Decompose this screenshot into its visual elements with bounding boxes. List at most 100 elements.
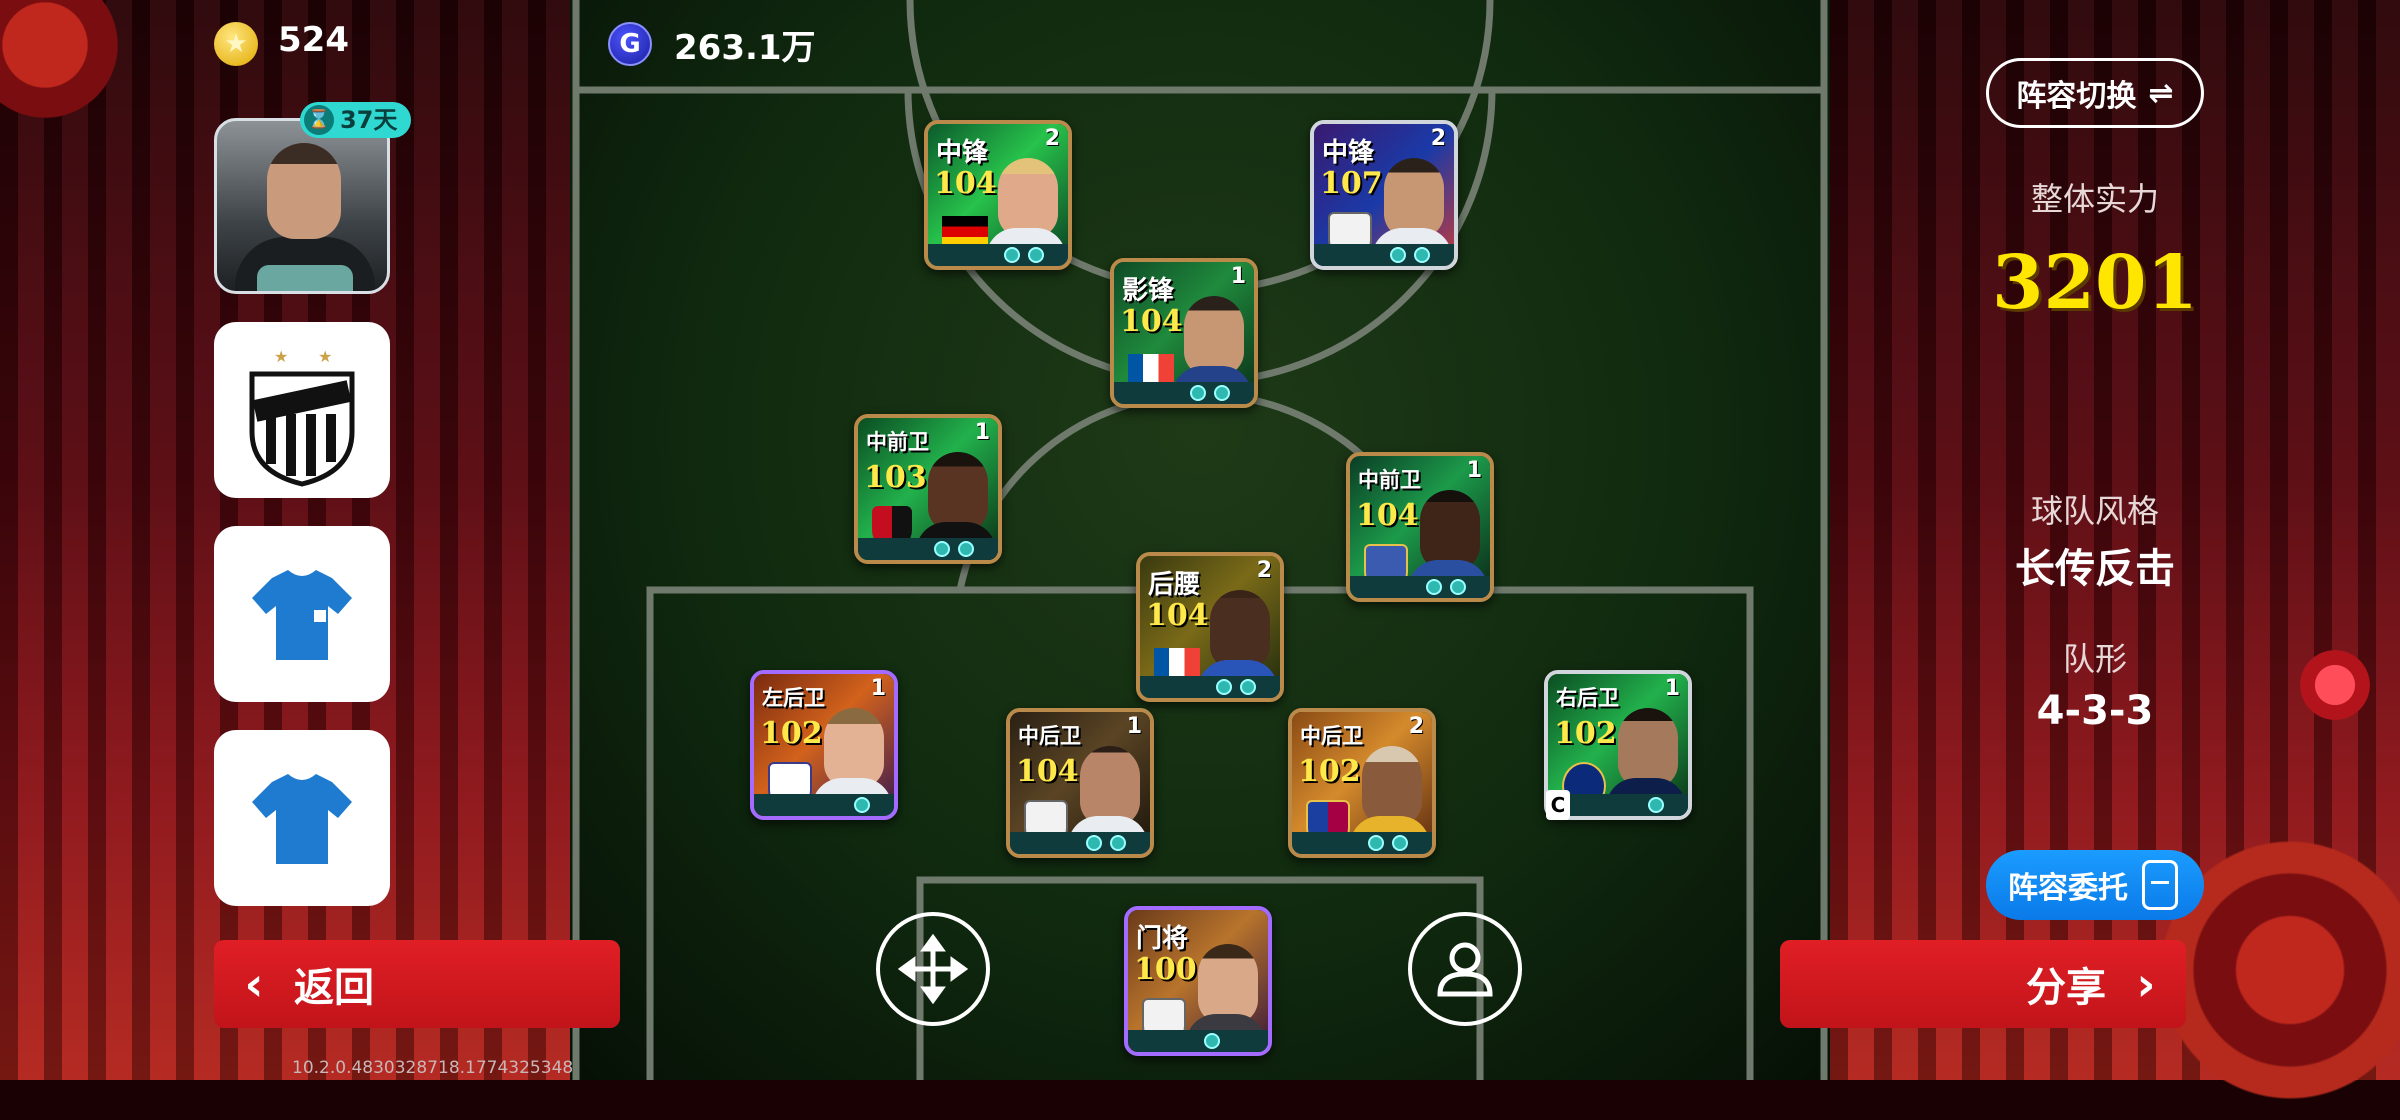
player-tier: 1 [870, 676, 886, 701]
player-rating: 104 [1356, 498, 1419, 533]
player-rating: 104 [1146, 598, 1209, 633]
coin-balance: 524 [278, 20, 349, 60]
player-position: 中锋 [1322, 138, 1375, 168]
move-button[interactable] [876, 912, 990, 1026]
team-style-label: 球队风格 [2030, 492, 2159, 530]
player-portrait [1618, 708, 1678, 788]
card-footer [858, 538, 998, 560]
skill-dot-icon [1190, 385, 1206, 401]
share-button[interactable]: 分享 › [1780, 940, 2186, 1028]
skill-dot-icon [958, 541, 974, 557]
player-position: 中锋 [936, 138, 989, 168]
skill-dot-icon [1216, 679, 1232, 695]
player-rating: 103 [864, 460, 927, 495]
player-position: 中前卫 [866, 430, 929, 454]
card-footer [1114, 382, 1254, 404]
player-tier: 2 [1044, 126, 1060, 151]
skill-dot-icon [1648, 797, 1664, 813]
player-position: 后腰 [1148, 570, 1201, 600]
player-position: 中前卫 [1358, 468, 1421, 492]
player-portrait [1420, 490, 1480, 570]
player-position: 影锋 [1122, 276, 1175, 306]
skill-dot-icon [1426, 579, 1442, 595]
player-position: 门将 [1136, 924, 1189, 954]
formation-value: 4-3-3 [2036, 688, 2154, 734]
skill-dot-icon [854, 797, 870, 813]
back-button-label: 返回 [294, 965, 374, 1011]
away-kit-tile[interactable] [214, 730, 390, 906]
decorative-ornament [2300, 650, 2370, 720]
manager-face [267, 143, 341, 239]
skill-dot-icon [1110, 835, 1126, 851]
club-badge-tile[interactable]: ★ ★ [214, 322, 390, 498]
skill-dot-icon [1086, 835, 1102, 851]
home-kit-tile[interactable] [214, 526, 390, 702]
player-portrait [1080, 746, 1140, 826]
player-tier: 1 [1230, 264, 1246, 289]
skill-dot-icon [1390, 247, 1406, 263]
player-rating: 102 [1298, 754, 1361, 789]
overall-strength-value: 3201 [1992, 240, 2198, 326]
santos-badge-icon: ★ ★ [249, 347, 355, 487]
player-rating: 104 [1016, 754, 1079, 789]
player-tier: 2 [1256, 558, 1272, 583]
card-footer [1292, 832, 1432, 854]
hourglass-icon: ⌛ [304, 105, 334, 135]
lineup-switch-label: 阵容切换 [2016, 79, 2137, 114]
player-position: 中后卫 [1300, 724, 1363, 748]
player-card[interactable]: 中后卫 104 1 [1006, 708, 1154, 858]
skill-dot-icon [1392, 835, 1408, 851]
manager-card[interactable] [214, 118, 390, 294]
player-portrait [998, 158, 1058, 238]
card-footer [754, 794, 894, 816]
player-rating: 100 [1134, 952, 1197, 987]
player-rating: 102 [1554, 716, 1617, 751]
lineup-entrust-button[interactable]: 阵容委托 [1986, 850, 2204, 920]
gp-icon: G [608, 22, 652, 66]
player-position: 右后卫 [1556, 686, 1619, 710]
player-tier: 1 [974, 420, 990, 445]
player-rating: 104 [1120, 304, 1183, 339]
chevron-left-icon: ‹ [244, 957, 264, 1011]
player-card[interactable]: 后腰 104 2 [1136, 552, 1284, 702]
player-position: 中后卫 [1018, 724, 1081, 748]
player-card[interactable]: 影锋 104 1 [1110, 258, 1258, 408]
player-portrait [1184, 296, 1244, 376]
skill-dot-icon [1214, 385, 1230, 401]
skill-dot-icon [1204, 1033, 1220, 1049]
player-card[interactable]: 中前卫 103 1 [854, 414, 1002, 564]
back-button[interactable]: ‹ 返回 [214, 940, 620, 1028]
svg-text:★: ★ [318, 347, 332, 366]
player-card[interactable]: 中前卫 104 1 [1346, 452, 1494, 602]
player-card[interactable]: 门将 100 [1124, 906, 1272, 1056]
player-portrait [928, 452, 988, 532]
skill-dot-icon [1450, 579, 1466, 595]
move-arrows-icon [898, 934, 968, 1004]
player-tier: 1 [1664, 676, 1680, 701]
skill-dot-icon [1368, 835, 1384, 851]
card-footer [1314, 244, 1454, 266]
overall-strength-label: 整体实力 [2030, 180, 2159, 218]
skill-dot-icon [1028, 247, 1044, 263]
player-position: 左后卫 [762, 686, 825, 710]
player-portrait [1362, 746, 1422, 826]
player-card[interactable]: 中后卫 102 2 [1288, 708, 1436, 858]
player-card[interactable]: 中锋 107 2 [1310, 120, 1458, 270]
player-portrait [1210, 590, 1270, 670]
player-card[interactable]: 中锋 104 2 [924, 120, 1072, 270]
skill-dot-icon [1004, 247, 1020, 263]
player-rating: 107 [1320, 166, 1383, 201]
lineup-switch-button[interactable]: 阵容切换 ⇌ [1986, 58, 2204, 128]
skill-dot-icon [1414, 247, 1430, 263]
card-footer [1140, 676, 1280, 698]
card-footer [928, 244, 1068, 266]
share-button-label: 分享 [2026, 965, 2106, 1011]
shirt-icon [252, 570, 352, 660]
player-rating: 102 [760, 716, 823, 751]
player-tier: 2 [1430, 126, 1446, 151]
player-tier: 1 [1466, 458, 1482, 483]
player-button[interactable] [1408, 912, 1522, 1026]
card-footer [1010, 832, 1150, 854]
user-icon [1437, 942, 1493, 997]
player-card[interactable]: 左后卫 102 1 [750, 670, 898, 820]
